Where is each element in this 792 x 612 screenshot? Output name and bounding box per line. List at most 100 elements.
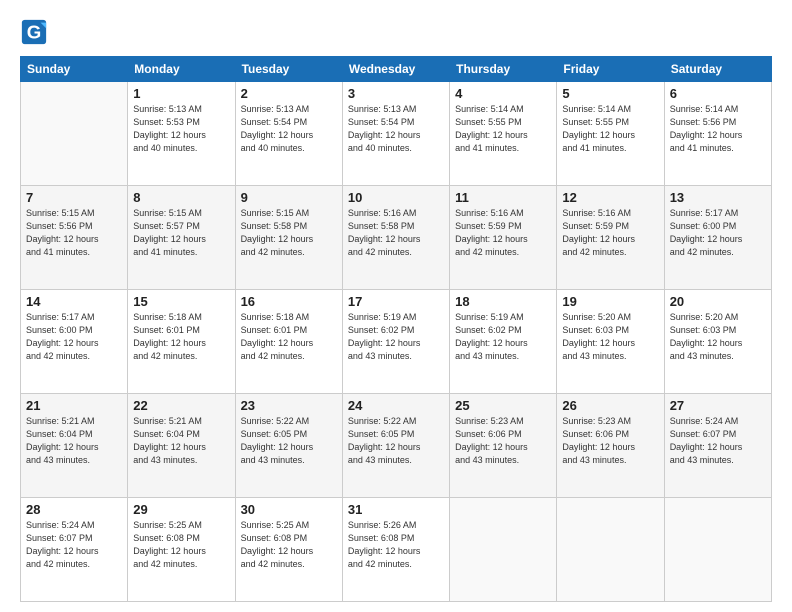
day-number: 23: [241, 398, 337, 413]
day-info: Sunrise: 5:15 AMSunset: 5:56 PMDaylight:…: [26, 207, 122, 259]
day-number: 4: [455, 86, 551, 101]
calendar-cell: 15 Sunrise: 5:18 AMSunset: 6:01 PMDayligh…: [128, 290, 235, 394]
calendar-cell: 28 Sunrise: 5:24 AMSunset: 6:07 PMDayligh…: [21, 498, 128, 602]
day-number: 27: [670, 398, 766, 413]
calendar-cell: 6Sunrise: 5:14 AMSunset: 5:56 PMDaylight…: [664, 82, 771, 186]
day-number: 5: [562, 86, 658, 101]
calendar-cell: 9 Sunrise: 5:15 AMSunset: 5:58 PMDaylight…: [235, 186, 342, 290]
day-number: 14: [26, 294, 122, 309]
calendar-cell: 22 Sunrise: 5:21 AMSunset: 6:04 PMDayligh…: [128, 394, 235, 498]
calendar-cell: 25 Sunrise: 5:23 AMSunset: 6:06 PMDayligh…: [450, 394, 557, 498]
day-number: 19: [562, 294, 658, 309]
day-number: 29: [133, 502, 229, 517]
calendar-cell: 7 Sunrise: 5:15 AMSunset: 5:56 PMDaylight…: [21, 186, 128, 290]
calendar-cell: 14 Sunrise: 5:17 AMSunset: 6:00 PMDayligh…: [21, 290, 128, 394]
calendar-table: SundayMondayTuesdayWednesdayThursdayFrid…: [20, 56, 772, 602]
day-number: 1: [133, 86, 229, 101]
col-header-thursday: Thursday: [450, 57, 557, 82]
day-number: 31: [348, 502, 444, 517]
day-number: 10: [348, 190, 444, 205]
day-info: Sunrise: 5:16 AMSunset: 5:58 PMDaylight:…: [348, 207, 444, 259]
day-info: Sunrise: 5:20 AMSunset: 6:03 PMDaylight:…: [670, 311, 766, 363]
logo: G: [20, 18, 52, 46]
day-info: Sunrise: 5:13 AMSunset: 5:54 PMDaylight:…: [348, 103, 444, 155]
page: G SundayMondayTuesdayWednesdayThursdayFr…: [0, 0, 792, 612]
day-number: 16: [241, 294, 337, 309]
day-number: 12: [562, 190, 658, 205]
day-info: Sunrise: 5:14 AMSunset: 5:56 PMDaylight:…: [670, 103, 766, 155]
day-info: Sunrise: 5:22 AMSunset: 6:05 PMDaylight:…: [348, 415, 444, 467]
svg-text:G: G: [27, 22, 42, 43]
col-header-friday: Friday: [557, 57, 664, 82]
calendar-cell: 19 Sunrise: 5:20 AMSunset: 6:03 PMDayligh…: [557, 290, 664, 394]
day-number: 17: [348, 294, 444, 309]
day-number: 15: [133, 294, 229, 309]
day-info: Sunrise: 5:16 AMSunset: 5:59 PMDaylight:…: [455, 207, 551, 259]
col-header-tuesday: Tuesday: [235, 57, 342, 82]
day-number: 8: [133, 190, 229, 205]
day-number: 18: [455, 294, 551, 309]
day-number: 9: [241, 190, 337, 205]
day-number: 22: [133, 398, 229, 413]
calendar-cell: 4 Sunrise: 5:14 AMSunset: 5:55 PMDaylight…: [450, 82, 557, 186]
day-info: Sunrise: 5:26 AMSunset: 6:08 PMDaylight:…: [348, 519, 444, 571]
calendar-cell: 18 Sunrise: 5:19 AMSunset: 6:02 PMDayligh…: [450, 290, 557, 394]
day-info: Sunrise: 5:25 AMSunset: 6:08 PMDaylight:…: [241, 519, 337, 571]
calendar-cell: 27 Sunrise: 5:24 AMSunset: 6:07 PMDayligh…: [664, 394, 771, 498]
day-info: Sunrise: 5:16 AMSunset: 5:59 PMDaylight:…: [562, 207, 658, 259]
day-info: Sunrise: 5:18 AMSunset: 6:01 PMDaylight:…: [241, 311, 337, 363]
calendar-cell: 8 Sunrise: 5:15 AMSunset: 5:57 PMDaylight…: [128, 186, 235, 290]
calendar-cell: 29Sunrise: 5:25 AMSunset: 6:08 PMDayligh…: [128, 498, 235, 602]
week-row-2: 7 Sunrise: 5:15 AMSunset: 5:56 PMDaylight…: [21, 186, 772, 290]
calendar-cell: [450, 498, 557, 602]
day-info: Sunrise: 5:15 AMSunset: 5:57 PMDaylight:…: [133, 207, 229, 259]
day-info: Sunrise: 5:14 AMSunset: 5:55 PMDaylight:…: [455, 103, 551, 155]
calendar-cell: [21, 82, 128, 186]
calendar-cell: 1 Sunrise: 5:13 AMSunset: 5:53 PMDaylight…: [128, 82, 235, 186]
day-info: Sunrise: 5:22 AMSunset: 6:05 PMDaylight:…: [241, 415, 337, 467]
day-number: 11: [455, 190, 551, 205]
day-number: 2: [241, 86, 337, 101]
calendar-cell: 12 Sunrise: 5:16 AMSunset: 5:59 PMDayligh…: [557, 186, 664, 290]
day-info: Sunrise: 5:18 AMSunset: 6:01 PMDaylight:…: [133, 311, 229, 363]
calendar-cell: [557, 498, 664, 602]
day-info: Sunrise: 5:14 AMSunset: 5:55 PMDaylight:…: [562, 103, 658, 155]
day-info: Sunrise: 5:23 AMSunset: 6:06 PMDaylight:…: [562, 415, 658, 467]
day-info: Sunrise: 5:15 AMSunset: 5:58 PMDaylight:…: [241, 207, 337, 259]
col-header-saturday: Saturday: [664, 57, 771, 82]
calendar-cell: 5 Sunrise: 5:14 AMSunset: 5:55 PMDaylight…: [557, 82, 664, 186]
day-info: Sunrise: 5:24 AMSunset: 6:07 PMDaylight:…: [26, 519, 122, 571]
calendar-cell: 20Sunrise: 5:20 AMSunset: 6:03 PMDayligh…: [664, 290, 771, 394]
calendar-cell: 21 Sunrise: 5:21 AMSunset: 6:04 PMDayligh…: [21, 394, 128, 498]
day-info: Sunrise: 5:13 AMSunset: 5:53 PMDaylight:…: [133, 103, 229, 155]
calendar-cell: 3 Sunrise: 5:13 AMSunset: 5:54 PMDaylight…: [342, 82, 449, 186]
day-number: 28: [26, 502, 122, 517]
col-header-monday: Monday: [128, 57, 235, 82]
calendar-cell: 17Sunrise: 5:19 AMSunset: 6:02 PMDayligh…: [342, 290, 449, 394]
day-info: Sunrise: 5:19 AMSunset: 6:02 PMDaylight:…: [455, 311, 551, 363]
day-number: 3: [348, 86, 444, 101]
day-info: Sunrise: 5:21 AMSunset: 6:04 PMDaylight:…: [26, 415, 122, 467]
day-number: 21: [26, 398, 122, 413]
calendar-cell: 30 Sunrise: 5:25 AMSunset: 6:08 PMDayligh…: [235, 498, 342, 602]
header: G: [20, 18, 772, 46]
day-info: Sunrise: 5:21 AMSunset: 6:04 PMDaylight:…: [133, 415, 229, 467]
calendar-cell: 26 Sunrise: 5:23 AMSunset: 6:06 PMDayligh…: [557, 394, 664, 498]
day-info: Sunrise: 5:23 AMSunset: 6:06 PMDaylight:…: [455, 415, 551, 467]
calendar-header-row: SundayMondayTuesdayWednesdayThursdayFrid…: [21, 57, 772, 82]
day-number: 25: [455, 398, 551, 413]
day-info: Sunrise: 5:24 AMSunset: 6:07 PMDaylight:…: [670, 415, 766, 467]
calendar-cell: 13 Sunrise: 5:17 AMSunset: 6:00 PMDayligh…: [664, 186, 771, 290]
day-info: Sunrise: 5:20 AMSunset: 6:03 PMDaylight:…: [562, 311, 658, 363]
week-row-4: 21 Sunrise: 5:21 AMSunset: 6:04 PMDayligh…: [21, 394, 772, 498]
col-header-sunday: Sunday: [21, 57, 128, 82]
day-number: 7: [26, 190, 122, 205]
day-number: 30: [241, 502, 337, 517]
week-row-3: 14 Sunrise: 5:17 AMSunset: 6:00 PMDayligh…: [21, 290, 772, 394]
day-info: Sunrise: 5:17 AMSunset: 6:00 PMDaylight:…: [670, 207, 766, 259]
day-number: 26: [562, 398, 658, 413]
logo-icon: G: [20, 18, 48, 46]
day-number: 13: [670, 190, 766, 205]
calendar-cell: 31 Sunrise: 5:26 AMSunset: 6:08 PMDayligh…: [342, 498, 449, 602]
day-info: Sunrise: 5:17 AMSunset: 6:00 PMDaylight:…: [26, 311, 122, 363]
